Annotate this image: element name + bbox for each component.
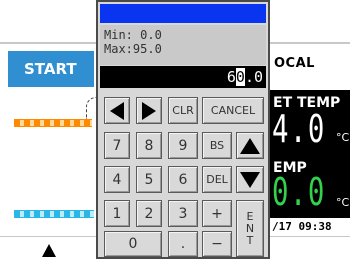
delete-button[interactable]: DEL	[202, 166, 232, 193]
temp-unit: °C	[336, 196, 350, 209]
decimal-point-button[interactable]: .	[168, 231, 198, 257]
warning-icon[interactable]	[42, 244, 56, 257]
cancel-button[interactable]: CANCEL	[202, 97, 264, 124]
set-temp-unit: °C	[336, 131, 350, 144]
key-3[interactable]: 3	[168, 200, 198, 227]
numeric-keypad: Min: 0.0 Max:95.0 60.0 CLR CANCEL 7 8 9 …	[96, 0, 270, 259]
range-display: Min: 0.0 Max:95.0	[100, 25, 266, 65]
left-arrow-button[interactable]	[104, 97, 130, 124]
enter-button[interactable]: E N T	[236, 200, 264, 257]
backspace-button[interactable]: BS	[202, 132, 232, 159]
input-cursor: 0	[235, 68, 245, 86]
key-1[interactable]: 1	[104, 200, 130, 227]
left-arrow-icon	[110, 101, 124, 120]
min-text: Min: 0.0	[104, 28, 162, 42]
local-label: OCAL	[274, 56, 315, 71]
display-prefix: 6	[226, 68, 236, 86]
datetime: /17 09:38	[270, 218, 350, 236]
value-display: 60.0	[100, 66, 266, 88]
right-arrow-button[interactable]	[136, 97, 162, 124]
up-arrow-icon	[240, 137, 260, 154]
enter-letter-e: E	[246, 209, 254, 223]
key-9[interactable]: 9	[168, 132, 198, 159]
right-arrow-icon	[142, 101, 156, 120]
set-temp-value[interactable]: 4.0	[272, 110, 326, 148]
enter-letter-n: N	[245, 221, 255, 235]
down-arrow-icon	[240, 171, 260, 188]
clr-button[interactable]: CLR	[168, 97, 198, 124]
enter-letter-t: T	[246, 233, 254, 247]
keypad-title-bar[interactable]	[100, 4, 266, 23]
key-8[interactable]: 8	[136, 132, 162, 159]
key-4[interactable]: 4	[104, 166, 130, 193]
temp-value: 0.0	[272, 170, 326, 214]
up-arrow-button[interactable]	[236, 132, 264, 159]
key-0[interactable]: 0	[104, 231, 162, 257]
down-arrow-button[interactable]	[236, 166, 264, 193]
plus-button[interactable]: +	[202, 200, 232, 227]
cold-pipe	[14, 210, 94, 218]
max-text: Max:95.0	[104, 42, 162, 56]
hot-pipe	[14, 119, 92, 127]
key-6[interactable]: 6	[168, 166, 198, 193]
start-button[interactable]: START	[8, 51, 94, 87]
key-7[interactable]: 7	[104, 132, 130, 159]
key-2[interactable]: 2	[136, 200, 162, 227]
key-5[interactable]: 5	[136, 166, 162, 193]
display-suffix: .0	[244, 68, 263, 86]
minus-button[interactable]: −	[202, 231, 232, 257]
